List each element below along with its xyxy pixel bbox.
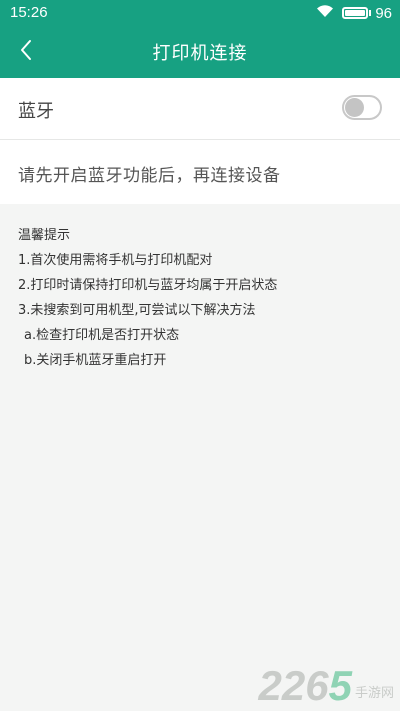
tip-item: 3.未搜索到可用机型,可尝试以下解决方法 — [18, 303, 256, 318]
watermark-number: 2265 — [259, 665, 352, 707]
bluetooth-hint-text: 请先开启蓝牙功能后，再连接设备 — [18, 166, 281, 186]
battery-icon: 96 — [342, 5, 392, 22]
watermark-text: 手游网 — [354, 686, 394, 701]
page-title: 打印机连接 — [152, 43, 248, 64]
status-icons: 96 — [316, 3, 392, 23]
navigation-bar: 打印机连接 — [0, 26, 400, 78]
battery-percent: 96 — [375, 4, 392, 22]
tip-item: 2.打印时请保持打印机与蓝牙均属于开启状态 — [18, 278, 278, 293]
bluetooth-label: 蓝牙 — [18, 101, 54, 122]
toggle-knob — [345, 98, 364, 117]
tip-item: 1.首次使用需将手机与打印机配对 — [18, 253, 213, 268]
status-time: 15:26 — [10, 4, 48, 21]
site-watermark-logo: 2265 手游网 — [259, 665, 394, 707]
tip-sub-item: b.关闭手机蓝牙重启打开 — [24, 353, 167, 368]
wifi-icon — [316, 4, 334, 22]
tips-section: 温馨提示 1.首次使用需将手机与打印机配对 2.打印时请保持打印机与蓝牙均属于开… — [18, 226, 277, 376]
status-bar: 15:26 96 — [0, 0, 400, 26]
tips-heading: 温馨提示 — [18, 228, 71, 243]
bluetooth-toggle[interactable] — [342, 95, 382, 120]
battery-fill — [345, 10, 365, 16]
watermark-number-part1: 226 — [258, 662, 329, 709]
tip-sub-item: a.检查打印机是否打开状态 — [24, 328, 180, 343]
bluetooth-hint-row: 请先开启蓝牙功能后，再连接设备 — [0, 140, 400, 204]
watermark-number-part2: 5 — [328, 662, 352, 709]
bluetooth-setting-row: 蓝牙 — [0, 78, 400, 140]
